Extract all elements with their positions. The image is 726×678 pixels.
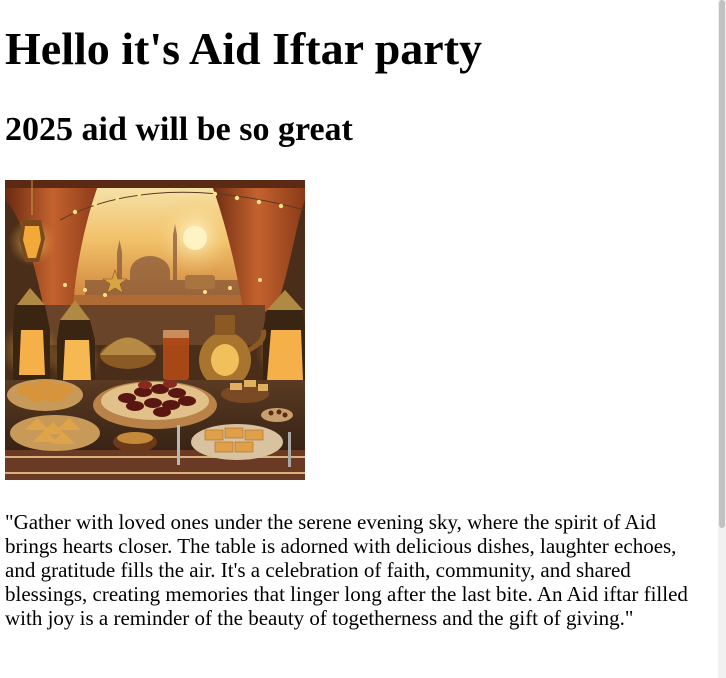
vertical-scrollbar[interactable] xyxy=(718,0,726,678)
page-subtitle: 2025 aid will be so great xyxy=(5,111,353,148)
page-title: Hello it's Aid Iftar party xyxy=(5,23,483,74)
party-description: "Gather with loved ones under the serene… xyxy=(5,510,688,630)
page: Hello it's Aid Iftar party 2025 aid will… xyxy=(0,0,718,678)
scrollbar-thumb[interactable] xyxy=(719,0,725,528)
iftar-table-image xyxy=(5,180,305,480)
